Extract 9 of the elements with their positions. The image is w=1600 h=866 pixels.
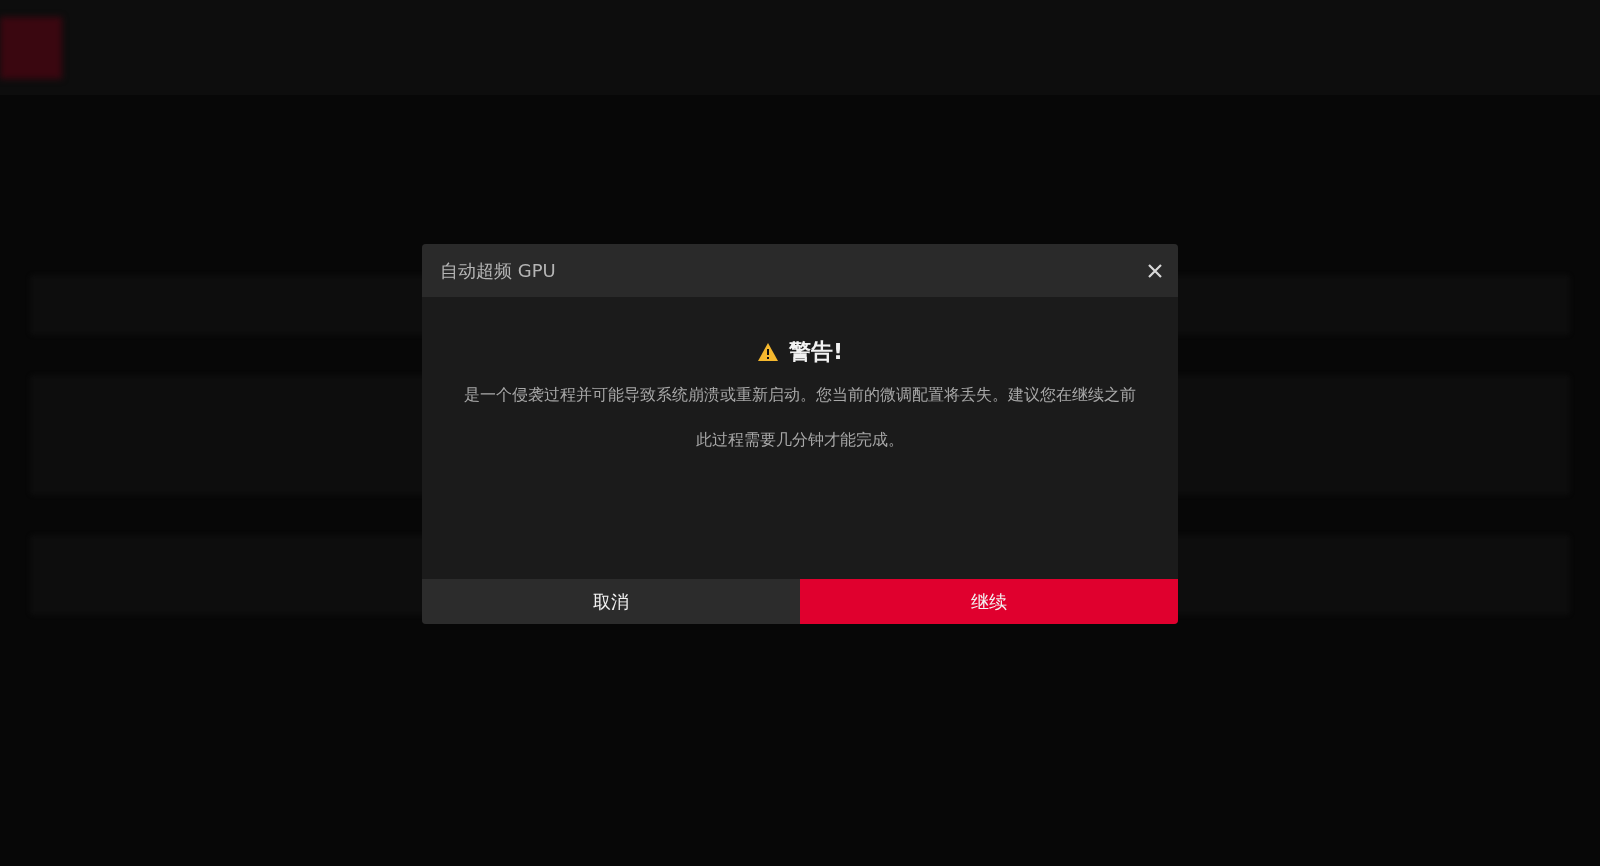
warning-heading: 警告! bbox=[788, 338, 843, 366]
cancel-button[interactable]: 取消 bbox=[422, 579, 800, 624]
blurred-logo-block bbox=[0, 16, 62, 79]
dialog-title: 自动超频 GPU bbox=[440, 258, 556, 283]
warning-message: 是一个侵袭过程并可能导致系统崩溃或重新启动。您当前的微调配置将丢失。建议您在继续之前 bbox=[464, 385, 1136, 406]
continue-button[interactable]: 继续 bbox=[800, 579, 1178, 624]
warning-icon bbox=[756, 342, 779, 362]
close-icon bbox=[1148, 263, 1162, 278]
warning-message: 此过程需要几分钟才能完成。 bbox=[696, 430, 904, 451]
